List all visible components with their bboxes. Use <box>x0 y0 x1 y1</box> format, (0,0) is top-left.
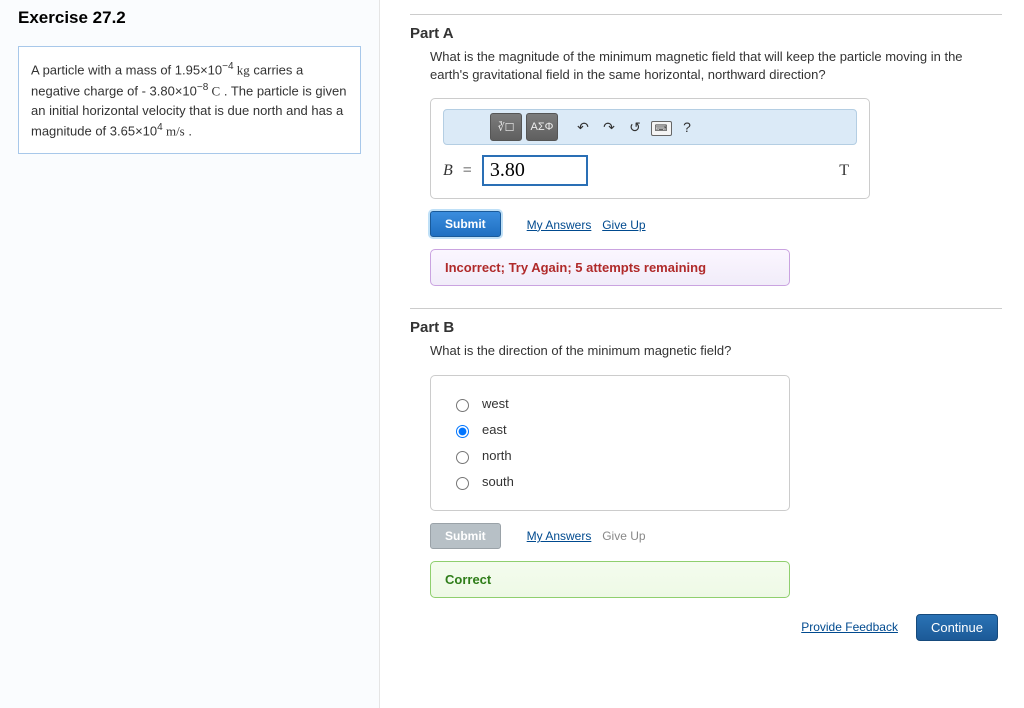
answer-input[interactable] <box>482 155 588 186</box>
part-a: Part A What is the magnitude of the mini… <box>410 14 1002 286</box>
equation-toolbar: ∛☐ ΑΣΦ ↶ ↷ ↺ ⌨ ? <box>443 109 857 145</box>
part-b: Part B What is the direction of the mini… <box>410 308 1002 597</box>
provide-feedback-link[interactable]: Provide Feedback <box>801 620 898 634</box>
radio-input[interactable] <box>456 399 469 412</box>
continue-button[interactable]: Continue <box>916 614 998 641</box>
reset-icon[interactable]: ↺ <box>624 119 646 136</box>
my-answers-link[interactable]: My Answers <box>527 218 592 232</box>
help-icon[interactable]: ? <box>676 119 698 135</box>
radio-option-north[interactable]: north <box>451 448 769 464</box>
radio-list: west east north south <box>447 390 773 496</box>
part-b-title: Part B <box>410 319 1002 336</box>
part-b-answer-area: west east north south <box>430 375 790 511</box>
radio-label: north <box>482 448 512 463</box>
radio-input[interactable] <box>456 425 469 438</box>
submit-button-disabled: Submit <box>430 523 501 549</box>
part-b-feedback: Correct <box>430 561 790 598</box>
radio-input[interactable] <box>456 477 469 490</box>
radio-label: west <box>482 396 509 411</box>
left-panel: Exercise 27.2 A particle with a mass of … <box>0 0 380 708</box>
radio-input[interactable] <box>456 451 469 464</box>
radio-option-south[interactable]: south <box>451 474 769 490</box>
my-answers-link[interactable]: My Answers <box>527 529 592 543</box>
problem-statement: A particle with a mass of 1.95×10−4 kg c… <box>18 46 361 154</box>
part-a-submit-row: Submit My Answers Give Up <box>430 211 1002 237</box>
undo-icon[interactable]: ↶ <box>572 119 594 136</box>
part-b-question: What is the direction of the minimum mag… <box>430 342 1002 360</box>
part-b-submit-row: Submit My Answers Give Up <box>430 523 1002 549</box>
submit-button[interactable]: Submit <box>430 211 501 237</box>
radio-option-west[interactable]: west <box>451 396 769 412</box>
radio-option-east[interactable]: east <box>451 422 769 438</box>
greek-button[interactable]: ΑΣΦ <box>526 113 558 141</box>
give-up-link[interactable]: Give Up <box>602 218 645 232</box>
part-a-feedback: Incorrect; Try Again; 5 attempts remaini… <box>430 249 790 286</box>
give-up-link-disabled: Give Up <box>602 529 645 543</box>
footer-row: Provide Feedback Continue <box>410 614 1002 641</box>
part-a-answer-area: ∛☐ ΑΣΦ ↶ ↷ ↺ ⌨ ? B = T <box>430 98 870 199</box>
answer-unit: T <box>839 162 857 180</box>
keyboard-icon[interactable]: ⌨ <box>650 118 672 136</box>
formula-row: B = T <box>443 155 857 186</box>
radio-label: south <box>482 474 514 489</box>
part-a-question: What is the magnitude of the minimum mag… <box>430 48 1002 84</box>
exercise-title: Exercise 27.2 <box>18 8 361 28</box>
radio-label: east <box>482 422 507 437</box>
template-button[interactable]: ∛☐ <box>490 113 522 141</box>
part-a-title: Part A <box>410 25 1002 42</box>
main-content: Part A What is the magnitude of the mini… <box>380 0 1024 708</box>
redo-icon[interactable]: ↷ <box>598 119 620 136</box>
variable-label: B <box>443 162 453 180</box>
